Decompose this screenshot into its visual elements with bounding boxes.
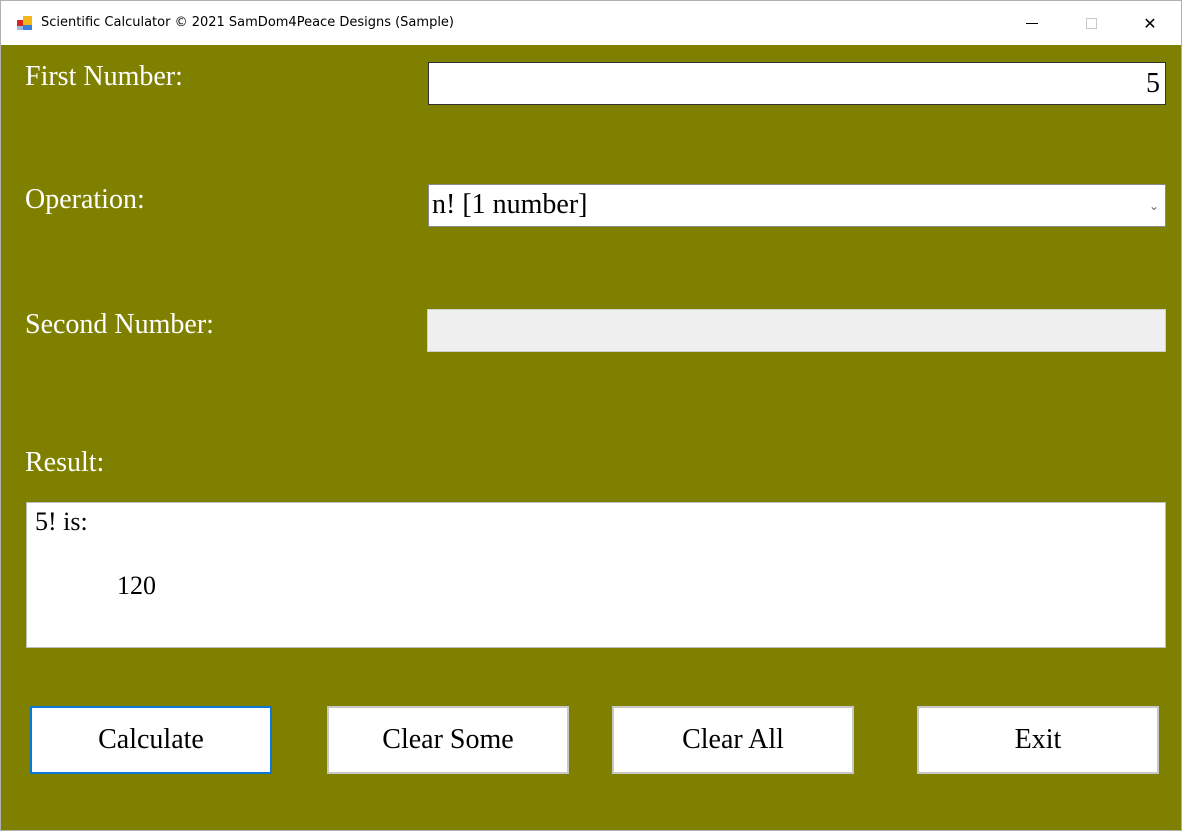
operation-dropdown[interactable]: n! [1 number] ⌄ [428, 184, 1166, 227]
result-value: 120 [117, 571, 156, 600]
minimize-button[interactable] [1003, 1, 1061, 45]
second-number-label: Second Number: [25, 309, 214, 340]
calculator-window: Scientific Calculator © 2021 SamDom4Peac… [0, 0, 1182, 831]
minimize-icon [1026, 22, 1038, 24]
first-number-input[interactable]: 5 [428, 62, 1166, 105]
title-bar[interactable]: Scientific Calculator © 2021 SamDom4Peac… [1, 1, 1181, 45]
second-number-input[interactable] [427, 309, 1166, 352]
first-number-label: First Number: [25, 61, 183, 92]
exit-button[interactable]: Exit [917, 706, 1159, 774]
operation-selected-value: n! [1 number] [432, 189, 588, 220]
app-icon [17, 16, 33, 32]
close-icon: ✕ [1143, 13, 1157, 33]
maximize-button[interactable] [1062, 1, 1120, 45]
result-heading: 5! is: [35, 507, 88, 536]
result-label: Result: [25, 447, 105, 478]
clear-all-button[interactable]: Clear All [612, 706, 854, 774]
clear-some-button[interactable]: Clear Some [327, 706, 569, 774]
chevron-down-icon[interactable]: ⌄ [1149, 185, 1159, 227]
close-button[interactable]: ✕ [1121, 1, 1179, 45]
operation-label: Operation: [25, 184, 145, 215]
maximize-icon [1085, 17, 1097, 29]
result-textbox[interactable]: 5! is: 120 [26, 502, 1166, 648]
window-title: Scientific Calculator © 2021 SamDom4Peac… [41, 15, 454, 30]
calculate-button[interactable]: Calculate [30, 706, 272, 774]
